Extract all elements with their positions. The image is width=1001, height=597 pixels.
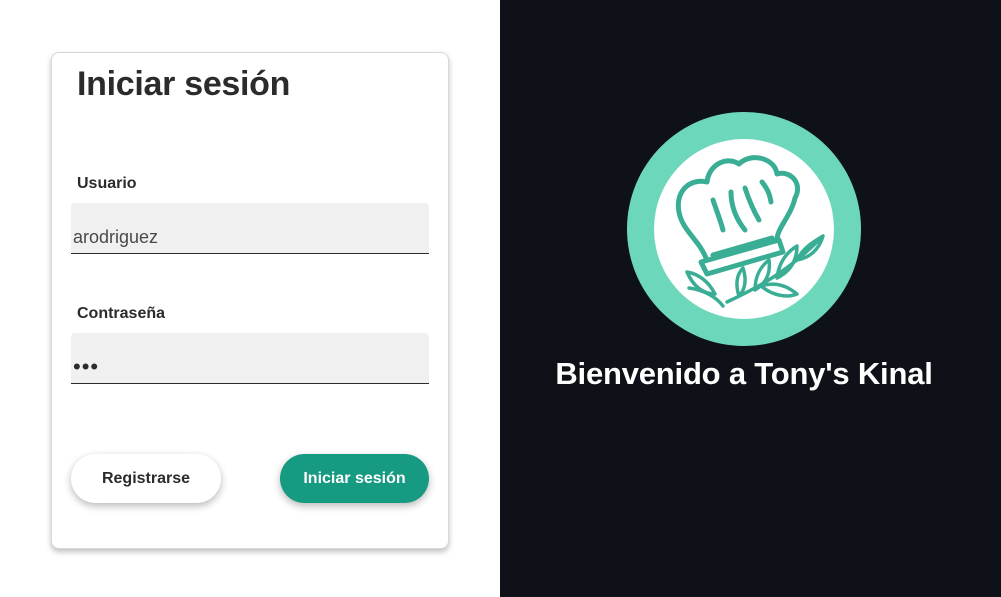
welcome-heading: Bienvenido a Tony's Kinal: [555, 356, 933, 391]
password-label: Contraseña: [77, 305, 166, 322]
username-label: Usuario: [77, 175, 137, 192]
username-field-container: [71, 203, 429, 254]
login-button[interactable]: Iniciar sesión: [280, 454, 429, 503]
password-input[interactable]: [71, 333, 429, 383]
welcome-pane: Bienvenido a Tony's Kinal: [500, 0, 1001, 597]
chef-hat-icon: [627, 112, 861, 346]
username-input[interactable]: [71, 203, 429, 253]
password-field-container: [71, 333, 429, 384]
login-pane: Iniciar sesión Usuario Contraseña Regist…: [0, 0, 500, 597]
register-button[interactable]: Registrarse: [71, 454, 221, 503]
login-title: Iniciar sesión: [77, 65, 291, 103]
login-card: Iniciar sesión Usuario Contraseña Regist…: [51, 52, 449, 549]
